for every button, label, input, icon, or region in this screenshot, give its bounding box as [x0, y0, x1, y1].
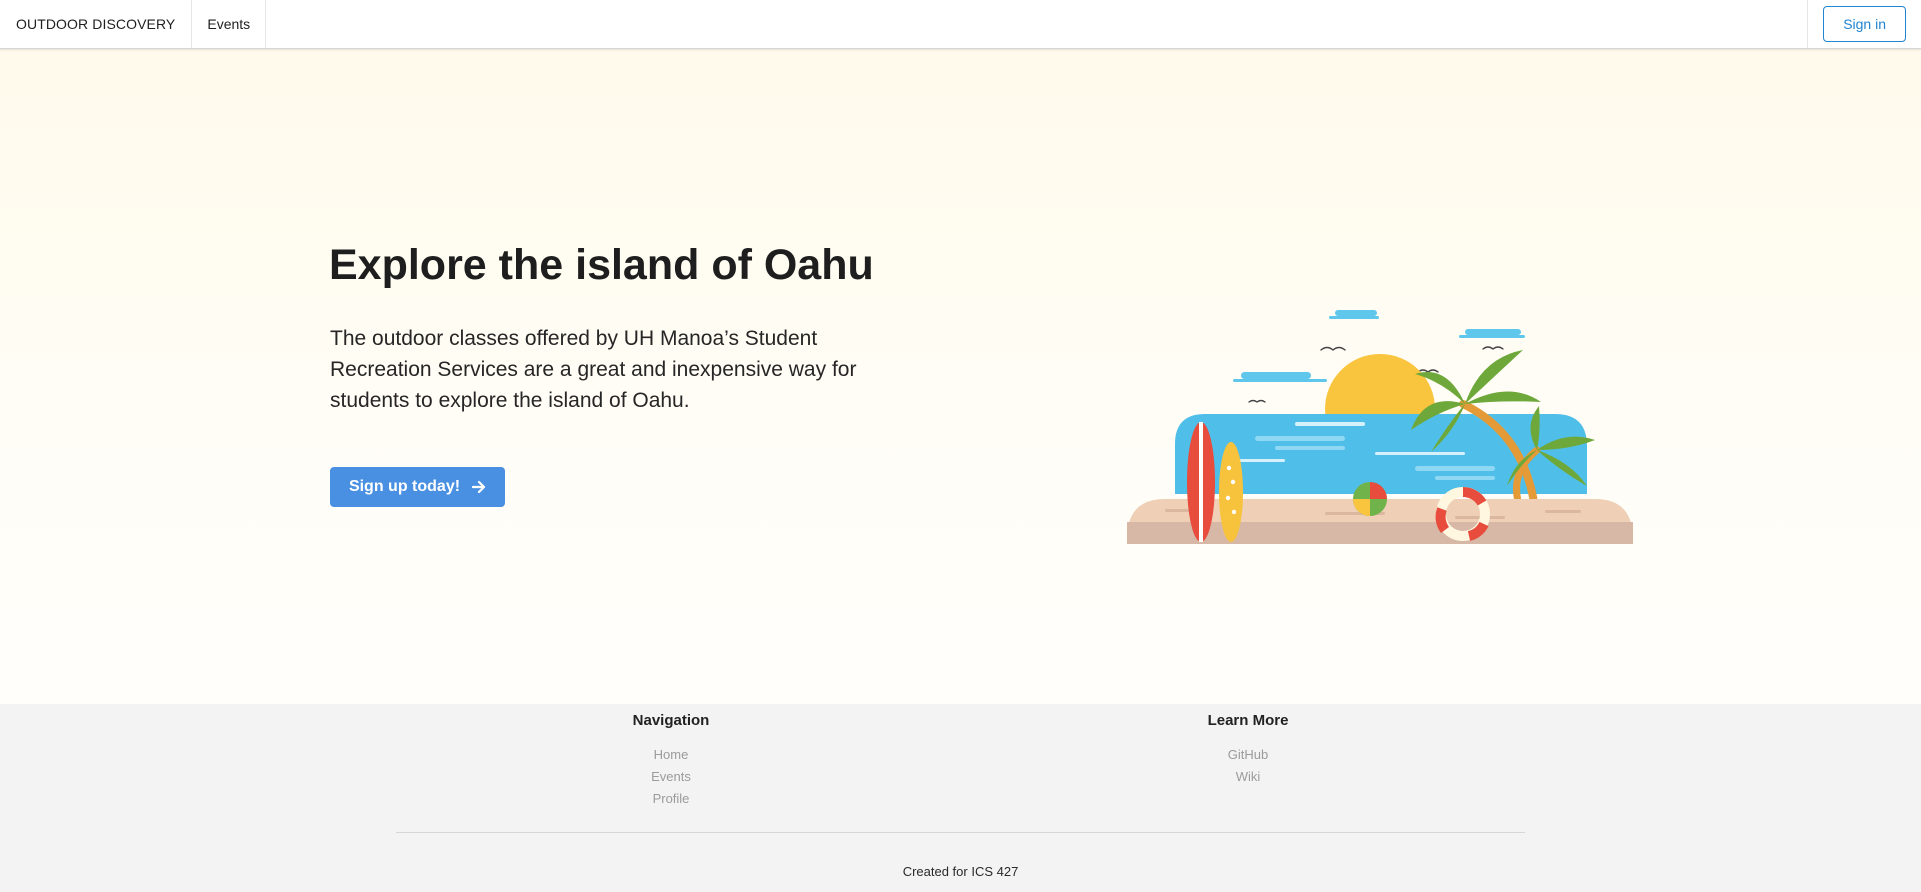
- arrow-right-icon: [472, 480, 486, 494]
- footer-navigation: Navigation Home Events Profile: [571, 704, 771, 810]
- nav-item-events[interactable]: Events: [192, 0, 267, 48]
- beach-ball-icon: [1353, 482, 1387, 516]
- navbar-spacer: [266, 0, 1807, 48]
- footer-learn-more: Learn More GitHub Wiki: [1148, 704, 1348, 788]
- footer-link-wiki[interactable]: Wiki: [1148, 766, 1348, 788]
- hero-description: The outdoor classes offered by UH Manoa’…: [330, 327, 857, 412]
- brand-link[interactable]: OUTDOOR DISCOVERY: [0, 0, 193, 48]
- footer-link-profile[interactable]: Profile: [571, 788, 771, 810]
- sign-up-button-label: Sign up today!: [348, 478, 461, 495]
- footer-link-github[interactable]: GitHub: [1148, 744, 1348, 766]
- footer-link-home[interactable]: Home: [571, 744, 771, 766]
- beach-illustration: [1125, 254, 1635, 544]
- sign-up-button[interactable]: Sign up today!: [330, 467, 505, 507]
- top-navbar: OUTDOOR DISCOVERY Events Sign in: [0, 0, 1921, 49]
- sign-in-button[interactable]: Sign in: [1823, 6, 1906, 42]
- hero-section: Explore the island of Oahu The outdoor c…: [0, 49, 1921, 704]
- footer: Navigation Home Events Profile Learn Mor…: [0, 704, 1921, 892]
- footer-navigation-links: Home Events Profile: [571, 744, 771, 810]
- hero-title: Explore the island of Oahu: [329, 241, 874, 289]
- footer-learn-more-links: GitHub Wiki: [1148, 744, 1348, 788]
- footer-divider: [396, 832, 1525, 833]
- footer-credit: Created for ICS 427: [902, 864, 1019, 879]
- navbar-right: Sign in: [1807, 0, 1921, 48]
- footer-link-events[interactable]: Events: [571, 766, 771, 788]
- footer-navigation-heading: Navigation: [632, 712, 710, 729]
- footer-learn-more-heading: Learn More: [1207, 712, 1289, 729]
